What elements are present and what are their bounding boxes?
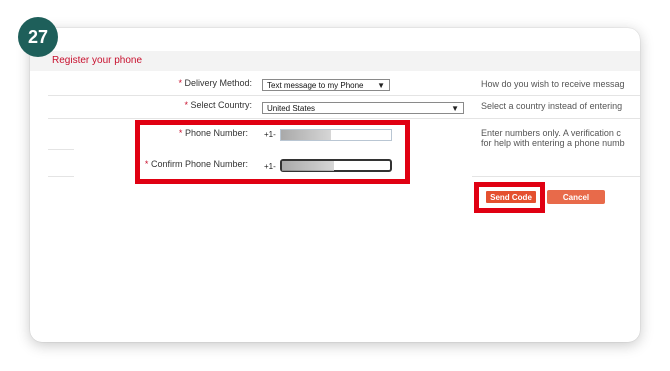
required-marker: * <box>184 100 188 110</box>
phone-number-help-line1: Enter numbers only. A verification c <box>481 128 621 138</box>
row-divider <box>48 95 640 96</box>
row-divider <box>472 176 640 177</box>
cancel-button[interactable]: Cancel <box>547 190 605 204</box>
delivery-method-select[interactable]: Text message to my Phone ▼ <box>262 79 390 91</box>
delivery-method-label: * Delivery Method: <box>132 78 252 88</box>
phone-fields-highlight <box>135 120 410 184</box>
delivery-method-help: How do you wish to receive messag <box>481 79 625 89</box>
phone-number-help-line2: for help with entering a phone numb <box>481 138 625 148</box>
screenshot-card: Register your phone * Delivery Method: T… <box>30 28 640 342</box>
chevron-down-icon: ▼ <box>377 80 385 90</box>
delivery-method-label-text: Delivery Method: <box>184 78 252 88</box>
select-country-value: United States <box>267 103 316 113</box>
delivery-method-value: Text message to my Phone <box>267 80 364 90</box>
row-divider <box>48 149 74 150</box>
select-country-select[interactable]: United States ▼ <box>262 102 464 114</box>
row-divider <box>48 118 640 119</box>
required-marker: * <box>178 78 182 88</box>
select-country-help: Select a country instead of entering <box>481 101 623 111</box>
select-country-label: * Select Country: <box>132 100 252 110</box>
section-title: Register your phone <box>52 55 143 66</box>
step-number-badge: 27 <box>18 17 58 57</box>
send-code-highlight <box>474 182 545 213</box>
step-number: 27 <box>27 26 49 47</box>
chevron-down-icon: ▼ <box>451 103 459 113</box>
select-country-label-text: Select Country: <box>190 100 252 110</box>
row-divider <box>48 176 74 177</box>
